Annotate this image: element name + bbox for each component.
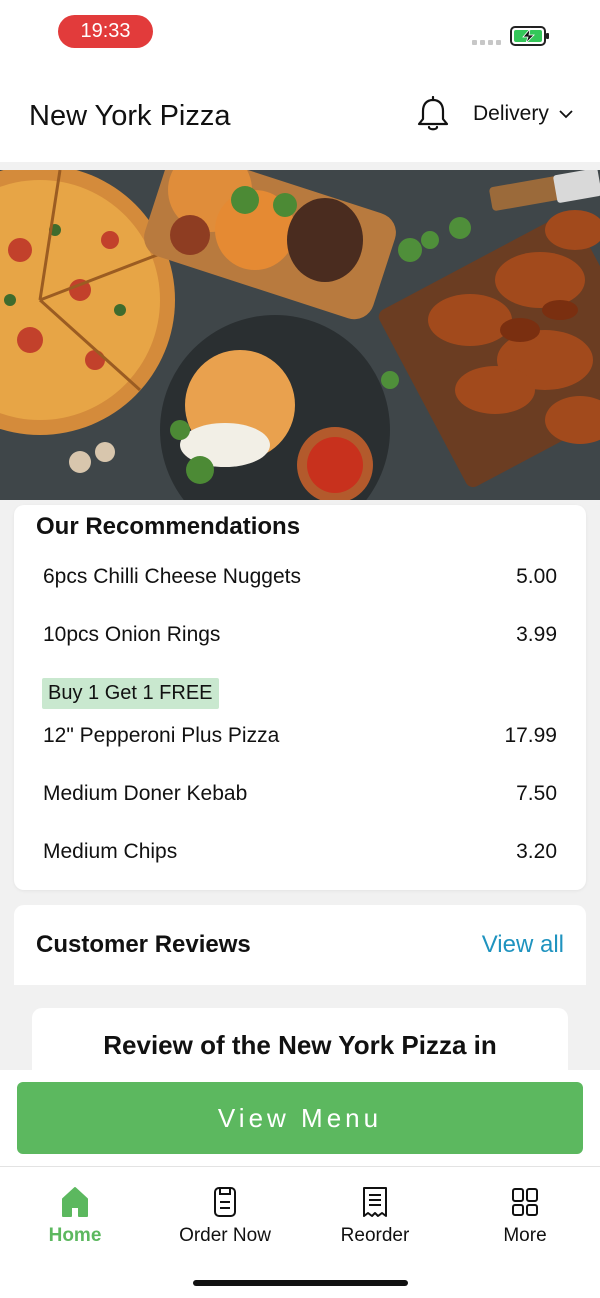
page-title: New York Pizza bbox=[29, 100, 231, 132]
delivery-mode-label: Delivery bbox=[473, 102, 549, 125]
app-header: New York Pizza Delivery bbox=[0, 64, 600, 162]
customer-reviews-header: Customer Reviews View all bbox=[14, 905, 586, 985]
status-time: 19:33 bbox=[58, 15, 153, 48]
tab-label: Reorder bbox=[340, 1225, 410, 1246]
menu-item-name: Medium Chips bbox=[43, 840, 178, 863]
menu-item-price: 3.20 bbox=[516, 840, 557, 863]
view-menu-button[interactable]: View Menu bbox=[17, 1082, 583, 1154]
menu-item-row[interactable]: Medium Doner Kebab 7.50 bbox=[43, 782, 557, 806]
status-bar: 19:33 bbox=[0, 0, 600, 64]
battery-charging-icon bbox=[510, 26, 549, 46]
cta-container: View Menu bbox=[0, 1070, 600, 1166]
signal-icon bbox=[472, 40, 501, 45]
tab-home[interactable]: Home bbox=[15, 1185, 135, 1247]
menu-item-row[interactable]: Medium Chips 3.20 bbox=[43, 840, 557, 864]
chevron-down-icon bbox=[559, 110, 573, 119]
menu-item-price: 3.99 bbox=[516, 623, 557, 646]
recommendations-title: Our Recommendations bbox=[36, 513, 301, 540]
view-all-reviews-link[interactable]: View all bbox=[482, 931, 564, 959]
home-indicator bbox=[193, 1280, 408, 1286]
menu-item-name: 12" Pepperoni Plus Pizza bbox=[43, 724, 280, 747]
menu-item-price: 7.50 bbox=[516, 782, 557, 805]
receipt-icon bbox=[363, 1187, 387, 1217]
reviews-title: Customer Reviews bbox=[36, 931, 251, 958]
tab-more[interactable]: More bbox=[465, 1185, 585, 1247]
home-icon bbox=[62, 1187, 88, 1217]
bell-icon[interactable] bbox=[416, 96, 450, 134]
menu-item-name: Medium Doner Kebab bbox=[43, 782, 248, 805]
bottom-tab-bar: Home Order Now Reorder More bbox=[0, 1166, 600, 1298]
tab-label: Order Now bbox=[179, 1225, 271, 1246]
tab-label: Home bbox=[48, 1225, 102, 1246]
menu-item-row[interactable]: 6pcs Chilli Cheese Nuggets 5.00 bbox=[43, 565, 557, 589]
menu-item-name: 10pcs Onion Rings bbox=[43, 623, 221, 646]
grid-icon bbox=[512, 1188, 538, 1216]
menu-item-price: 17.99 bbox=[504, 724, 557, 747]
recommendations-card: Our Recommendations 6pcs Chilli Cheese N… bbox=[14, 505, 586, 890]
tab-reorder[interactable]: Reorder bbox=[315, 1185, 435, 1247]
order-icon bbox=[214, 1187, 236, 1217]
tab-order-now[interactable]: Order Now bbox=[165, 1185, 285, 1247]
delivery-mode-selector[interactable]: Delivery bbox=[473, 102, 573, 126]
tab-label: More bbox=[503, 1225, 547, 1246]
promo-badge: Buy 1 Get 1 FREE bbox=[42, 678, 219, 709]
menu-item-price: 5.00 bbox=[516, 565, 557, 588]
review-title: Review of the New York Pizza in bbox=[103, 1030, 497, 1060]
menu-item-row[interactable]: 10pcs Onion Rings 3.99 bbox=[43, 623, 557, 647]
hero-food-image bbox=[0, 170, 600, 500]
menu-item-row[interactable]: 12" Pepperoni Plus Pizza 17.99 bbox=[43, 724, 557, 748]
menu-item-name: 6pcs Chilli Cheese Nuggets bbox=[43, 565, 301, 588]
